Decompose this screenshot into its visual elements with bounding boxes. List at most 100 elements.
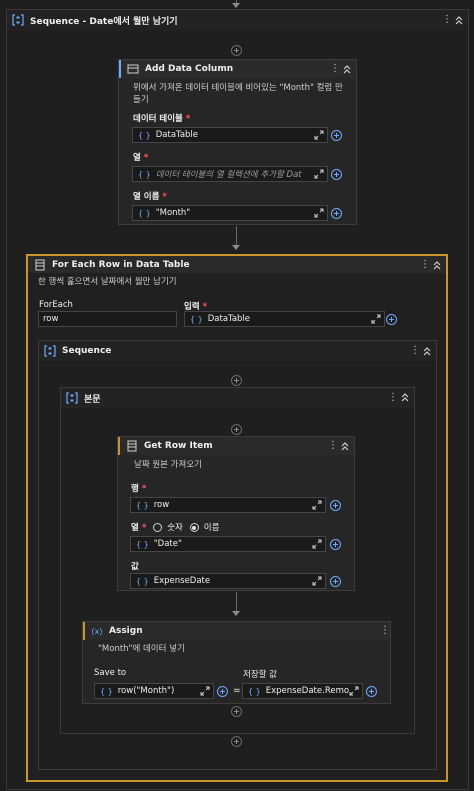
outer-sequence-title: Sequence - Date에서 월만 남기기: [30, 16, 178, 27]
plus-icon[interactable]: [330, 576, 341, 587]
variable-braces-icon: { }: [138, 169, 151, 179]
outer-sequence-header[interactable]: Sequence - Date에서 월만 남기기 ⋮: [7, 10, 468, 30]
equals-sign: =: [233, 686, 241, 696]
activity-annotation: 한 행씩 훑으면서 날짜에서 월만 남기기: [38, 277, 177, 287]
save-to-input[interactable]: { } row("Month"): [94, 683, 214, 699]
variable-braces-icon: { }: [138, 208, 151, 218]
expand-editor-icon[interactable]: [371, 314, 381, 324]
body-sequence-header[interactable]: 본문 ⋮: [61, 388, 414, 408]
collapse-icon[interactable]: [454, 15, 464, 25]
collapse-icon[interactable]: [432, 260, 442, 270]
connector-arrow: [232, 245, 240, 250]
variable-braces-icon: { }: [190, 314, 203, 324]
activity-annotation: 위에서 가져온 데이터 테이블에 비어있는 "Month" 컬럼 만들기: [133, 83, 343, 105]
radio-name-label: 이름: [203, 523, 220, 533]
radio-number-label: 숫자: [167, 523, 183, 533]
input-datatable-field[interactable]: { } DataTable: [184, 311, 385, 327]
table-icon: [126, 440, 138, 452]
activity-annotation: "Month"에 데이터 넣기: [98, 644, 185, 654]
connector-arrow: [232, 611, 240, 616]
foreach-label: ForEach: [39, 300, 73, 310]
value-to-save-input[interactable]: { } ExpenseDate.Remove(: [242, 683, 363, 699]
plus-icon[interactable]: [331, 208, 342, 219]
column-name-label: 열 이름 *: [133, 192, 167, 202]
get-row-item-title: Get Row Item: [144, 441, 213, 451]
plus-icon[interactable]: [386, 314, 397, 325]
table-column-icon: [127, 63, 139, 75]
variable-braces-icon: { }: [136, 576, 149, 586]
plus-icon[interactable]: [217, 686, 228, 697]
for-each-row-title: For Each Row in Data Table: [52, 259, 190, 270]
add-data-column-title: Add Data Column: [145, 64, 234, 74]
add-activity-icon[interactable]: [231, 375, 242, 386]
plus-icon[interactable]: [330, 500, 341, 511]
datatable-label: 데이터 테이블 *: [133, 114, 191, 124]
add-activity-icon[interactable]: [231, 706, 242, 717]
sequence-icon: [66, 392, 78, 404]
datatable-input[interactable]: { } DataTable: [132, 127, 328, 143]
collapse-icon[interactable]: [400, 393, 410, 403]
more-options-icon[interactable]: ⋮: [388, 393, 398, 403]
inner-sequence-header[interactable]: Sequence ⋮: [39, 341, 436, 361]
value-output-input[interactable]: { } ExpenseDate: [130, 573, 326, 589]
column-name-input[interactable]: { } "Date": [130, 536, 326, 552]
expand-editor-icon[interactable]: [312, 500, 322, 510]
add-activity-icon[interactable]: [231, 45, 242, 56]
for-each-row-header[interactable]: For Each Row in Data Table ⋮: [28, 256, 446, 273]
more-options-icon[interactable]: ⋮: [380, 626, 390, 636]
more-options-icon[interactable]: ⋮: [330, 64, 340, 74]
variable-braces-icon: { }: [248, 686, 261, 696]
top-connector-arrow: [232, 3, 240, 8]
row-label: 행 *: [131, 484, 147, 494]
variable-braces-icon: { }: [138, 130, 151, 140]
sequence-icon: [12, 14, 24, 26]
assign-activity[interactable]: (x) Assign ⋮ "Month"에 데이터 넣기 Save to { }…: [82, 621, 391, 704]
collapse-icon[interactable]: [340, 441, 350, 451]
connector-line: [236, 592, 237, 612]
collapse-icon[interactable]: [342, 64, 352, 74]
plus-icon[interactable]: [366, 686, 377, 697]
expand-editor-icon[interactable]: [314, 130, 324, 140]
more-options-icon[interactable]: ⋮: [410, 346, 420, 356]
add-activity-icon[interactable]: [231, 424, 242, 435]
more-options-icon[interactable]: ⋮: [420, 259, 430, 270]
more-options-icon[interactable]: ⋮: [328, 441, 338, 451]
add-data-column-header[interactable]: Add Data Column ⋮: [119, 60, 356, 78]
sequence-icon: [44, 345, 56, 357]
column-label: 열 *: [133, 153, 149, 163]
column-name-input[interactable]: { } "Month": [132, 205, 328, 221]
for-each-icon: [34, 259, 46, 271]
expand-editor-icon[interactable]: [312, 539, 322, 549]
plus-icon[interactable]: [330, 539, 341, 550]
save-to-label: Save to: [94, 668, 127, 678]
expand-editor-icon[interactable]: [314, 169, 324, 179]
variable-braces-icon: { }: [100, 686, 113, 696]
value-label: 값: [131, 562, 139, 572]
connector-line: [236, 226, 237, 246]
variable-braces-icon: { }: [136, 500, 149, 510]
get-row-item-activity[interactable]: Get Row Item ⋮ 날짜 원본 가져오기 행 * { } row 열 * …: [117, 436, 355, 591]
collapse-icon[interactable]: [422, 346, 432, 356]
assign-icon: (x): [91, 626, 103, 636]
radio-name[interactable]: [189, 523, 199, 532]
column-input[interactable]: { } 데이터 테이블의 열 컬렉션에 추가할 Dat: [132, 166, 328, 182]
expand-editor-icon[interactable]: [314, 208, 324, 218]
value-to-save-label: 저장할 값: [243, 670, 277, 680]
foreach-variable-input[interactable]: row: [38, 311, 177, 327]
expand-editor-icon[interactable]: [312, 576, 322, 586]
inner-sequence-title: Sequence: [62, 346, 112, 356]
assign-header[interactable]: (x) Assign ⋮: [83, 622, 390, 640]
body-title: 본문: [84, 394, 101, 405]
get-row-item-header[interactable]: Get Row Item ⋮: [118, 437, 354, 455]
expand-editor-icon[interactable]: [200, 686, 210, 696]
variable-braces-icon: { }: [136, 539, 149, 549]
assign-title: Assign: [109, 626, 143, 636]
more-options-icon[interactable]: ⋮: [442, 15, 452, 25]
add-data-column-activity[interactable]: Add Data Column ⋮ 위에서 가져온 데이터 테이블에 비어있는 …: [118, 59, 357, 225]
row-input[interactable]: { } row: [130, 497, 326, 513]
add-activity-icon[interactable]: [231, 736, 242, 747]
radio-number[interactable]: [153, 523, 163, 532]
plus-icon[interactable]: [331, 130, 342, 141]
plus-icon[interactable]: [331, 169, 342, 180]
expand-editor-icon[interactable]: [349, 686, 359, 696]
